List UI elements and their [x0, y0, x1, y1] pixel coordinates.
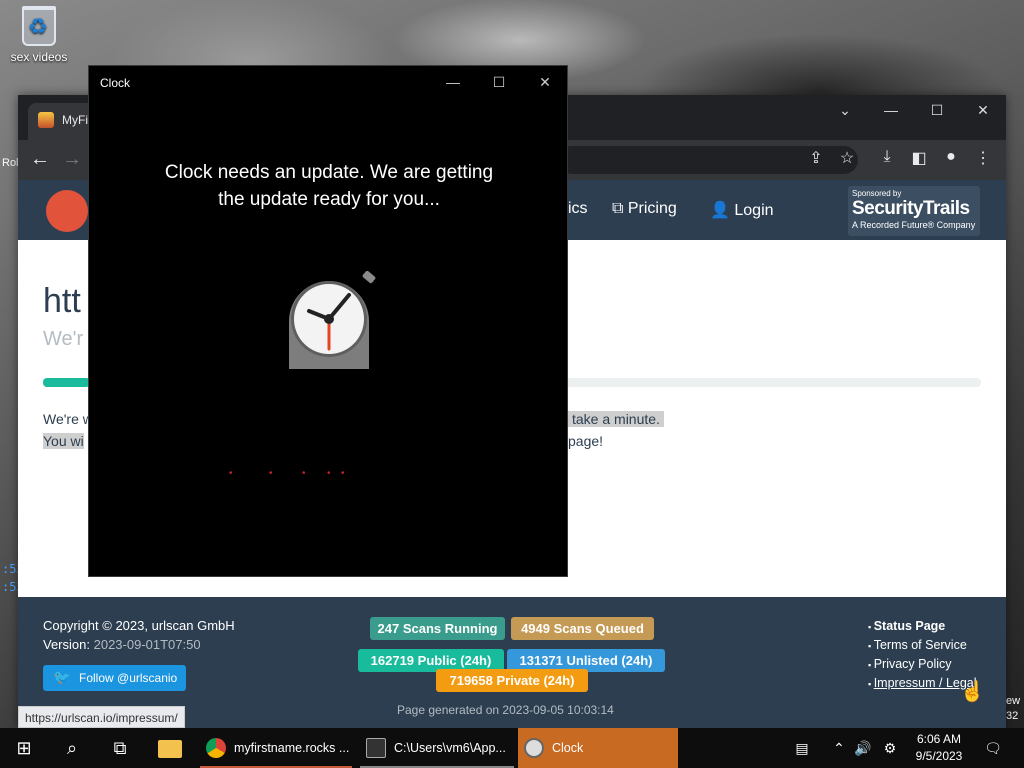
download-icon[interactable]: ⤓: [875, 148, 899, 166]
message-line: the update ready for you...: [218, 189, 440, 210]
settings-gear-icon[interactable]: ⚙: [878, 728, 902, 768]
status-message: page!: [568, 433, 604, 449]
taskbar-clock[interactable]: 6:06 AM 9/5/2023: [908, 731, 970, 765]
footer-link-status[interactable]: Status Page: [868, 619, 977, 638]
clock-minimize-button[interactable]: —: [430, 70, 476, 94]
sponsor-banner[interactable]: Sponsored by SecurityTrails A Recorded F…: [848, 186, 980, 236]
taskbar-app-label: Clock: [552, 741, 584, 755]
nav-link-login[interactable]: 👤 Login: [710, 200, 774, 220]
page-title: htt: [43, 282, 81, 320]
hand-cursor-icon: ☝: [960, 681, 985, 703]
nav-link-label: Login: [734, 202, 774, 219]
taskbar-app-terminal[interactable]: C:\Users\vm6\App...: [360, 728, 514, 768]
windows-start-icon[interactable]: ⊞: [0, 728, 48, 768]
nav-link-partial[interactable]: ics: [568, 200, 588, 218]
profile-icon[interactable]: ●: [939, 148, 963, 166]
message-line: Clock needs an update. We are getting: [164, 162, 494, 183]
desktop-icon-label: sex videos: [10, 50, 68, 64]
clock-update-message: Clock needs an update. We are getting th…: [129, 159, 529, 213]
footer-copyright: Copyright © 2023, urlscan GmbH: [43, 618, 235, 633]
taskbar-app-label: myfirstname.rocks ...: [234, 741, 350, 755]
forward-icon[interactable]: →: [58, 148, 86, 171]
browser-maximize-button[interactable]: ☐: [914, 95, 960, 125]
loading-dot: •: [341, 468, 345, 479]
notifications-icon[interactable]: 🗨: [978, 728, 1008, 768]
taskbar-date: 9/5/2023: [915, 749, 963, 763]
urlscan-logo[interactable]: [46, 190, 88, 232]
recycle-bin-icon: [22, 6, 56, 46]
clock-window-title: Clock: [100, 76, 131, 90]
badge-scans-running: 247 Scans Running: [370, 617, 505, 640]
taskbar-app-label: C:\Users\vm6\App...: [394, 741, 506, 755]
sponsor-small-text: Sponsored by: [852, 189, 902, 198]
clock-app-window: Clock — ☐ ✕ Clock needs an update. We ar…: [88, 65, 568, 577]
footer-link-terms[interactable]: Terms of Service: [868, 638, 977, 657]
back-icon[interactable]: ←: [26, 148, 54, 171]
volume-icon[interactable]: 🔊: [852, 728, 874, 768]
nav-link-pricing[interactable]: ⧉ Pricing: [612, 200, 677, 218]
desktop-fragment-text: 32: [1006, 710, 1019, 722]
link-status-url: https://urlscan.io/impressum/: [18, 706, 185, 728]
sponsor-name: SecurityTrails: [852, 198, 970, 219]
twitter-bird-icon: 🐦: [53, 669, 71, 685]
footer-link-privacy[interactable]: Privacy Policy: [868, 657, 977, 676]
clock-app-icon: [289, 271, 376, 369]
task-view-icon[interactable]: ⧉: [96, 728, 144, 768]
search-icon[interactable]: ⌕: [48, 728, 96, 768]
page-subtitle: We'r: [43, 328, 84, 350]
taskbar-app-chrome[interactable]: myfirstname.rocks ...: [200, 728, 352, 768]
taskbar-app-clock[interactable]: Clock: [518, 728, 678, 768]
loading-dot: •: [229, 468, 233, 479]
footer-version: Version: 2023-09-01T07:50: [43, 637, 201, 652]
clock-maximize-button[interactable]: ☐: [476, 70, 522, 94]
share-icon[interactable]: ⇪: [804, 148, 828, 168]
desktop-fragment-text: ew: [1006, 695, 1021, 707]
twitter-follow-button[interactable]: 🐦 Follow @urlscanio: [43, 665, 186, 691]
tab-search-icon[interactable]: ⌄: [822, 95, 868, 125]
taskbar: ⊞ ⌕ ⧉ myfirstname.rocks ... C:\Users\vm6…: [0, 728, 1024, 768]
desktop-icon-recycle-bin[interactable]: sex videos: [8, 6, 70, 64]
clock-close-button[interactable]: ✕: [522, 70, 568, 94]
twitter-label: Follow @urlscanio: [79, 671, 178, 685]
chrome-icon: [206, 738, 226, 758]
badge-private: 719658 Private (24h): [436, 669, 588, 692]
loading-dot: •: [302, 468, 306, 479]
desktop-fragment-text: Rol: [2, 157, 19, 169]
loading-dot: •: [269, 468, 273, 479]
sponsor-subtext: A Recorded Future® Company: [852, 220, 976, 230]
version-value: 2023-09-01T07:50: [93, 637, 201, 652]
bookmark-star-icon[interactable]: ☆: [835, 148, 859, 168]
taskbar-time: 6:06 AM: [916, 732, 962, 746]
status-message: You wi: [43, 433, 84, 449]
clock-icon: [524, 738, 544, 758]
file-explorer-icon[interactable]: [146, 728, 194, 768]
menu-kebab-icon[interactable]: ⋮: [971, 148, 995, 168]
show-hidden-icons-icon[interactable]: ⌃: [828, 728, 850, 768]
tab-title: MyFi: [62, 113, 88, 127]
user-icon: 👤: [710, 202, 735, 219]
side-panel-icon[interactable]: ◧: [907, 148, 931, 168]
nav-link-label: Pricing: [627, 200, 677, 217]
browser-close-button[interactable]: ✕: [960, 95, 1006, 125]
version-label: Version:: [43, 637, 90, 652]
badge-scans-queued: 4949 Scans Queued: [511, 617, 654, 640]
terminal-icon: [366, 738, 386, 758]
browser-minimize-button[interactable]: —: [868, 95, 914, 125]
scan-progress-fill: [43, 378, 90, 387]
tab-favicon-icon: [38, 112, 54, 128]
status-message: We're w: [43, 411, 93, 427]
page-generated-text: Page generated on 2023-09-05 10:03:14: [397, 703, 614, 717]
news-widget-icon[interactable]: ▤: [790, 728, 814, 768]
status-message: take a minute.: [568, 411, 664, 427]
loading-dot: •: [327, 468, 331, 479]
external-link-icon: ⧉: [612, 200, 628, 217]
